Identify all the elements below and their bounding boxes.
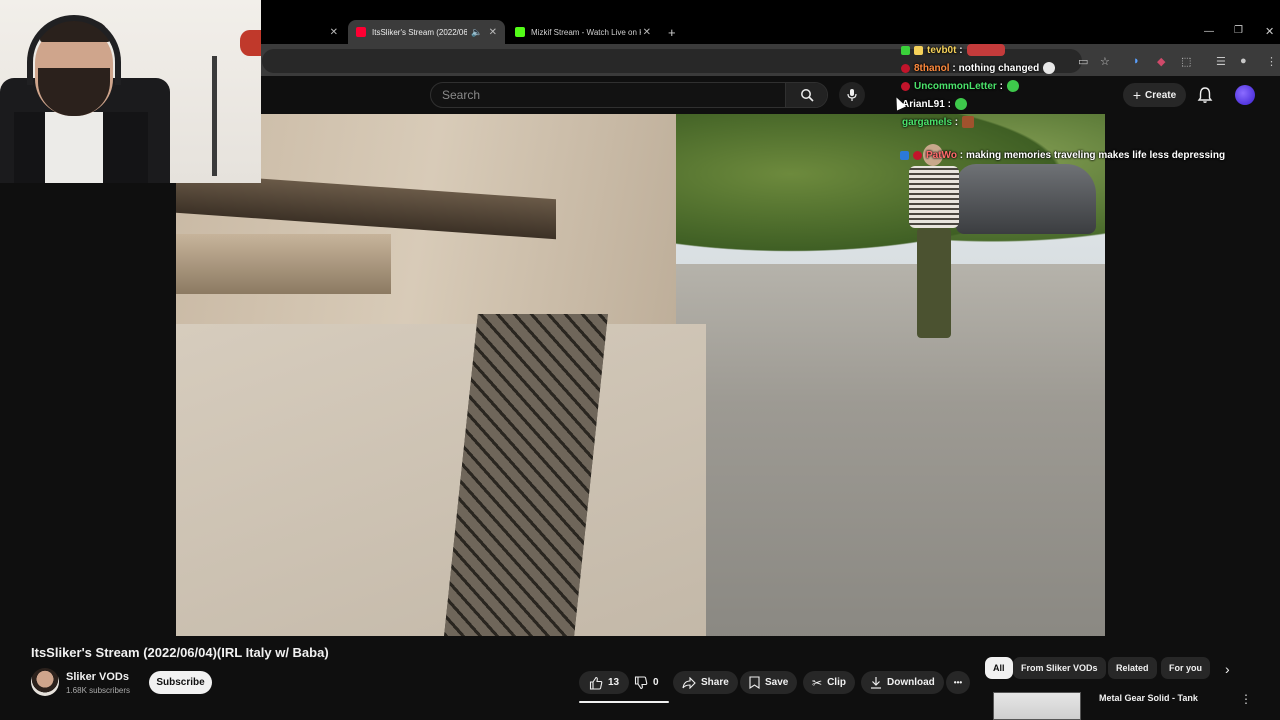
clip-label: Clip — [827, 677, 846, 688]
chat-badge-icon — [901, 63, 910, 73]
search-icon — [800, 89, 814, 102]
video-player[interactable] — [176, 114, 1105, 636]
chat-username: 8thanol — [914, 62, 950, 74]
chat-message: UncommonLetter : — [901, 80, 1019, 92]
video-frame-street — [646, 244, 1105, 636]
chat-username: gargamels — [902, 116, 953, 128]
youtube-favicon-icon — [356, 27, 366, 37]
thumbs-down-icon — [634, 675, 648, 689]
video-frame-car — [956, 164, 1096, 234]
more-actions-button[interactable]: ••• — [946, 671, 970, 694]
save-label: Save — [765, 677, 789, 688]
chat-emote-icon — [1006, 80, 1019, 92]
like-button[interactable]: 13 — [579, 671, 630, 694]
download-label: Download — [887, 677, 935, 688]
thumbs-up-icon — [589, 676, 603, 690]
chat-message: tevb0t : — [901, 44, 1005, 56]
recommendation-thumbnail[interactable] — [993, 692, 1081, 720]
chat-overlay: tevb0t : 8thanol : nothing changed Uncom… — [890, 42, 1280, 166]
chat-username: UncommonLetter — [914, 80, 997, 92]
chat-badge-icon — [914, 45, 923, 55]
like-count: 13 — [608, 677, 620, 688]
plus-icon: + — [668, 24, 676, 40]
tab-close-icon[interactable]: ✕ — [330, 27, 338, 38]
chat-badge-icon — [901, 45, 910, 55]
chat-username: PatWo — [926, 150, 957, 161]
channel-avatar[interactable] — [31, 668, 59, 696]
chat-username: ArianL91 — [902, 98, 945, 110]
chat-emote-icon — [962, 116, 975, 128]
kick-favicon-icon — [515, 27, 525, 37]
chat-badge-icon — [913, 151, 922, 160]
tab-close-icon[interactable]: ✕ — [489, 27, 497, 38]
video-frame-ledge — [176, 234, 391, 294]
chat-message: gargamels : — [902, 116, 975, 128]
like-ratio-bar — [579, 701, 669, 703]
chip-from-channel[interactable]: From Sliker VODs — [1013, 657, 1106, 679]
download-button[interactable]: Download — [861, 671, 944, 694]
search-input[interactable] — [431, 83, 787, 107]
tab-close-icon[interactable]: ✕ — [643, 27, 651, 38]
chat-message: 8thanol : nothing changed — [901, 62, 1056, 74]
search-button[interactable] — [785, 83, 827, 107]
subscribe-button[interactable]: Subscribe — [149, 671, 212, 694]
subscriber-count: 1.68K subscribers — [66, 686, 131, 695]
more-icon: ••• — [953, 678, 963, 687]
streamer-webcam — [0, 0, 261, 183]
window-close-icon[interactable]: ✕ — [1265, 25, 1274, 38]
channel-name[interactable]: Sliker VODs — [66, 671, 129, 683]
chat-emote-icon — [966, 44, 1005, 56]
restore-icon[interactable]: ❐ — [1234, 25, 1243, 36]
share-icon — [682, 676, 696, 689]
screen: ✕ ItsSliker's Stream (2022/06/ 🔈 ✕ Mizki… — [0, 0, 1280, 720]
video-frame-pedestrian — [903, 144, 965, 344]
download-icon — [871, 677, 881, 689]
chip-related[interactable]: Related — [1108, 657, 1157, 679]
share-button[interactable]: Share — [673, 671, 738, 694]
clip-button[interactable]: ✂ Clip — [803, 671, 855, 694]
headset-icon — [27, 15, 121, 85]
chat-emote-icon — [1043, 62, 1056, 74]
chat-username: tevb0t — [927, 44, 957, 56]
tab-title: Mizkif Stream - Watch Live on K — [531, 27, 641, 37]
chat-text: making memories traveling makes life les… — [966, 150, 1226, 161]
microphone-icon — [847, 89, 857, 101]
video-title: ItsSliker's Stream (2022/06/04)(IRL Ital… — [31, 645, 329, 660]
minimize-icon[interactable]: — — [1204, 26, 1214, 37]
chat-message: ArianL91 : — [902, 98, 967, 110]
bookmark-icon — [749, 676, 760, 689]
recommendation-title[interactable]: Metal Gear Solid - Tank — [1099, 693, 1198, 703]
tab-title: ItsSliker's Stream (2022/06/ — [372, 27, 468, 37]
chat-text: nothing changed — [958, 62, 1040, 74]
dislike-count: 0 — [653, 677, 659, 688]
tab-active-youtube[interactable]: ItsSliker's Stream (2022/06/ 🔈 ✕ — [348, 20, 505, 44]
chevron-right-icon[interactable]: › — [1225, 661, 1230, 677]
chat-badge-icon — [900, 151, 909, 160]
save-button[interactable]: Save — [740, 671, 798, 694]
search-box — [430, 82, 828, 108]
chip-for-you[interactable]: For you — [1161, 657, 1210, 679]
dislike-button[interactable]: 0 — [626, 671, 667, 694]
chip-all[interactable]: All — [985, 657, 1013, 679]
chat-badge-icon — [901, 81, 910, 91]
recommendation-menu-icon[interactable]: ⋮ — [1240, 692, 1252, 706]
new-tab-button[interactable]: + — [668, 20, 688, 44]
chat-message: PatWo : making memories traveling makes … — [900, 150, 1225, 161]
voice-search-button[interactable] — [839, 82, 865, 108]
speaker-icon[interactable]: 🔈 — [471, 27, 482, 38]
chat-emote-icon — [954, 98, 967, 110]
share-label: Share — [701, 677, 729, 688]
tab-kick[interactable]: Mizkif Stream - Watch Live on K ✕ — [507, 20, 659, 44]
tab-background[interactable]: ✕ — [262, 20, 346, 44]
scissors-icon: ✂ — [812, 675, 823, 690]
video-frame-stone — [176, 324, 706, 636]
